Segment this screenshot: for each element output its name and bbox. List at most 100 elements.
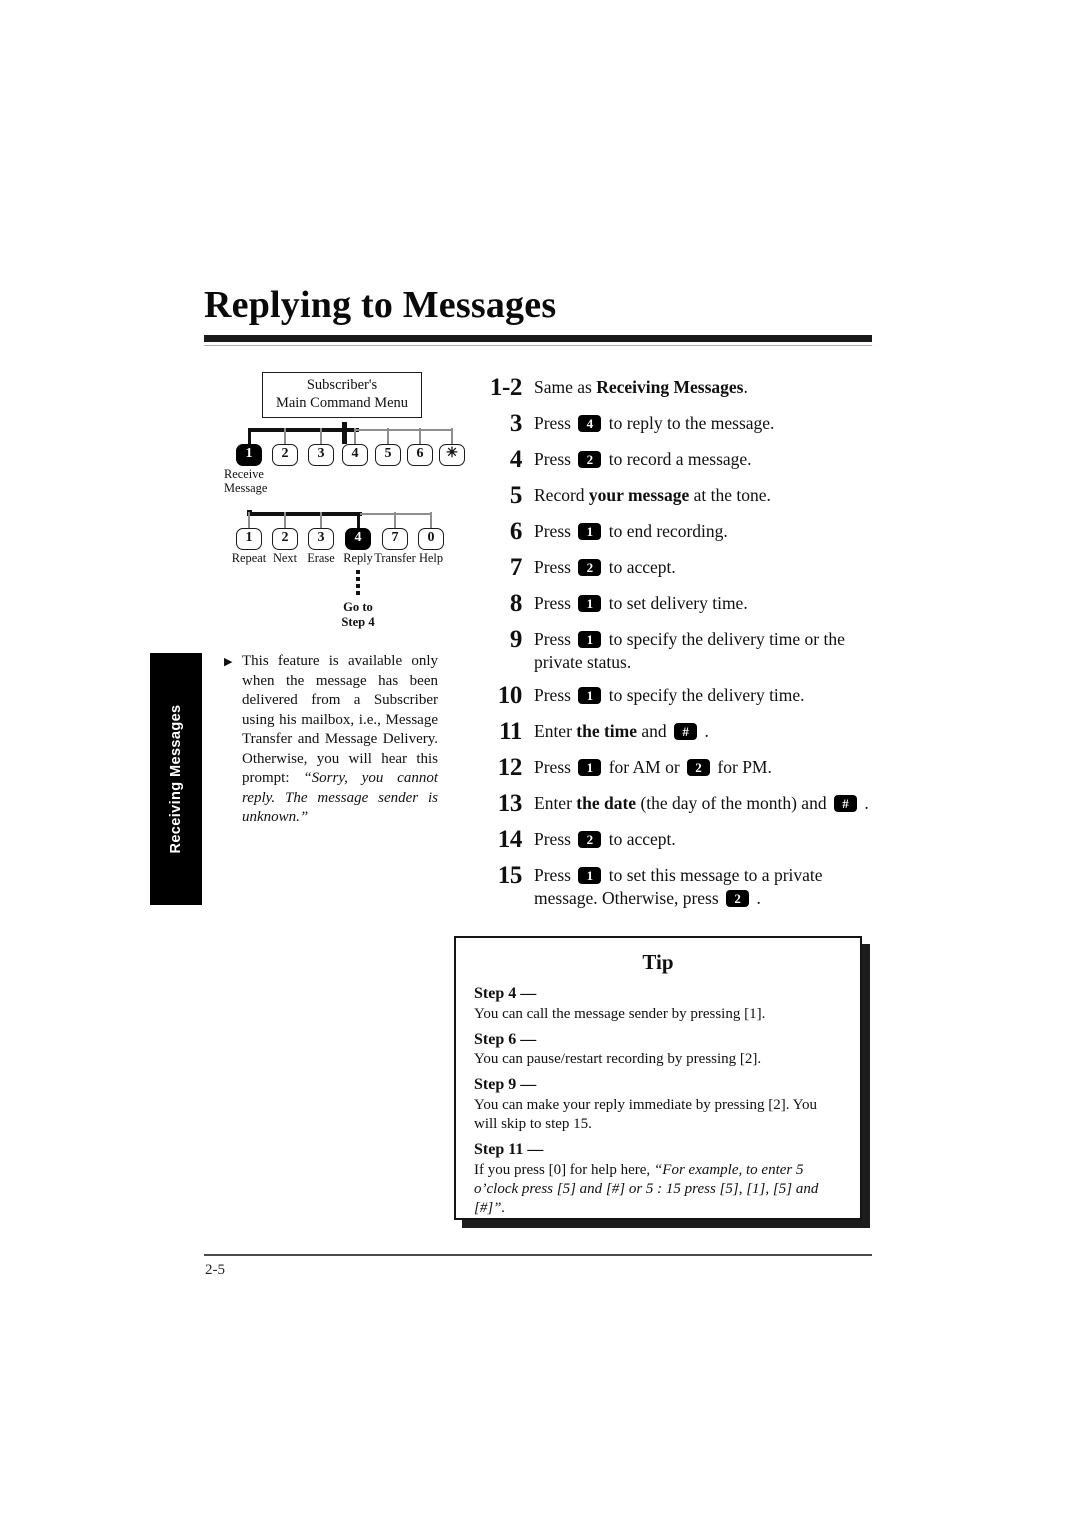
tree-tick [419,428,421,444]
footer-rule [204,1254,872,1256]
feature-note-body: This feature is available only when the … [242,652,438,828]
tree-key-3: 3 [308,528,334,550]
step-body: Enter the time and # . [534,714,870,746]
step-body: Press 2 to record a message. [534,442,870,474]
goto-dots-icon [356,570,360,595]
tip-body-text: You can call the message sender by press… [474,1005,766,1022]
step-text-run: Press [534,413,576,433]
tree-key-label-2: Next [272,551,298,565]
step-emphasis: the time [576,720,638,741]
step-item: 1-2 Same as Receiving Messages. [466,370,870,406]
tree-stem-top [342,422,347,444]
tree-row1-label-line1: Receive [224,467,264,481]
tree-bar-row1-active [249,428,359,432]
keypad-key-1-icon: 1 [578,686,602,704]
step-text-run: Press [534,449,576,469]
step-item: 15 Press 1 to set this message to a priva… [466,858,870,914]
document-page: Replying to Messages Receiving Messages … [0,0,1080,1528]
step-item: 13 Enter the date (the day of the month) … [466,786,870,822]
tip-step-heading: Step 11 — [474,1141,544,1159]
tree-key-2: 2 [272,528,298,550]
tree-key-3: 3 [308,444,334,466]
step-text-run: to accept. [604,557,676,577]
step-text-run: (the day of the month) and [636,792,831,813]
tree-tick [357,512,360,528]
tree-key-label-0: Help [418,551,444,565]
keypad-key-hash-icon: # [674,722,698,740]
tree-key-4: 4 [342,444,368,466]
page-number: 2-5 [205,1262,225,1278]
step-item: 6 Press 1 to end recording. [466,514,870,550]
step-number: 15 [497,861,523,889]
keypad-key-1-icon: 1 [578,631,602,648]
step-number: 10 [497,681,523,709]
title-rule-thick [204,334,872,342]
tree-tick [284,512,286,528]
feature-note-text: This feature is available only when the … [242,653,438,786]
step-number: 4 [509,446,523,473]
step-body: Press 1 for AM or 2 for PM. [534,750,870,782]
tree-tick [248,428,251,444]
tree-key-5: 5 [375,444,401,466]
step-text-run: Press [534,521,576,541]
tree-key-star: ✳ [439,444,465,466]
tree-key-1: 1 [236,528,262,550]
tree-tick [387,428,389,444]
tree-key-0: 0 [418,528,444,550]
step-item: 4 Press 2 to record a message. [466,442,870,478]
feature-note: ▶ This feature is available only when th… [224,652,438,828]
step-text-run: to set delivery time. [604,593,748,613]
tip-body-text: You can pause/restart recording by press… [474,1051,762,1068]
tip-title: Tip [642,950,674,974]
tree-key-row-2: 123470 [212,528,450,552]
tree-bar-row1-inactive [355,429,452,431]
step-text-run: to accept. [604,828,676,849]
step-text-run: Press [534,756,576,777]
step-text-run: Record [534,485,589,505]
step-emphasis: Receiving Messages [596,377,744,397]
step-number: 5 [509,482,523,509]
tree-key-2: 2 [272,444,298,466]
step-text-run: . [700,720,709,741]
step-body: Press 1 to end recording. [534,514,870,546]
tip-step-heading: Step 4 — [474,985,537,1003]
step-text-run: for AM or [604,756,685,777]
step-item: 3 Press 4 to reply to the message. [466,406,870,442]
tree-key-label-7: Transfer [374,551,416,565]
command-tree-diagram: Subscriber's Main Command Menu 1 2 3 4 5 6 ✳ R… [212,372,465,629]
keypad-key-2-icon: 2 [726,889,750,907]
keypad-key-1-icon: 1 [578,866,602,884]
step-body: Press 2 to accept. [534,822,870,854]
tree-key-1: 1 [236,444,262,466]
menu-box-line2: Main Command Menu [275,394,409,411]
step-text-run: Enter [534,792,577,813]
step-item: 12 Press 1 for AM or 2 for PM. [466,750,870,786]
section-side-tab: Receiving Messages [150,653,202,905]
step-text-run: to end recording. [604,521,728,541]
step-body: Press 1 to set delivery time. [534,586,870,618]
step-item: 14 Press 2 to accept. [466,822,870,858]
step-item: 9 Press 1 to specify the delivery time or… [466,622,870,678]
step-body: Press 2 to accept. [534,550,870,582]
step-emphasis: your message [588,485,690,505]
keypad-key-hash-icon: # [833,794,857,812]
step-text-run: to set this message to a private message… [534,864,823,908]
tree-tick [430,512,432,528]
menu-box-line1: Subscriber's [306,377,378,393]
step-text-run: . [859,792,869,813]
step-text-run: at the tone. [689,485,771,505]
page-title: Replying to Messages [204,284,557,326]
step-number: 11 [499,717,522,745]
step-text-run: Same as [534,377,597,397]
section-side-tab-label: Receiving Messages [168,704,184,854]
tip-body-text: If you press [0] for help here, [474,1161,654,1178]
tree-key-label-4: Reply [343,551,373,565]
step-number: 13 [497,789,523,817]
step-text-run: . [752,887,761,908]
goto-line1: Go to [343,600,373,614]
step-text-run: Press [534,593,576,613]
step-number: 7 [509,554,523,581]
step-text-run: Press [534,864,576,885]
step-body: Same as Receiving Messages. [534,370,870,402]
tip-step-body: If you press [0] for help here, “For exa… [474,1161,842,1219]
